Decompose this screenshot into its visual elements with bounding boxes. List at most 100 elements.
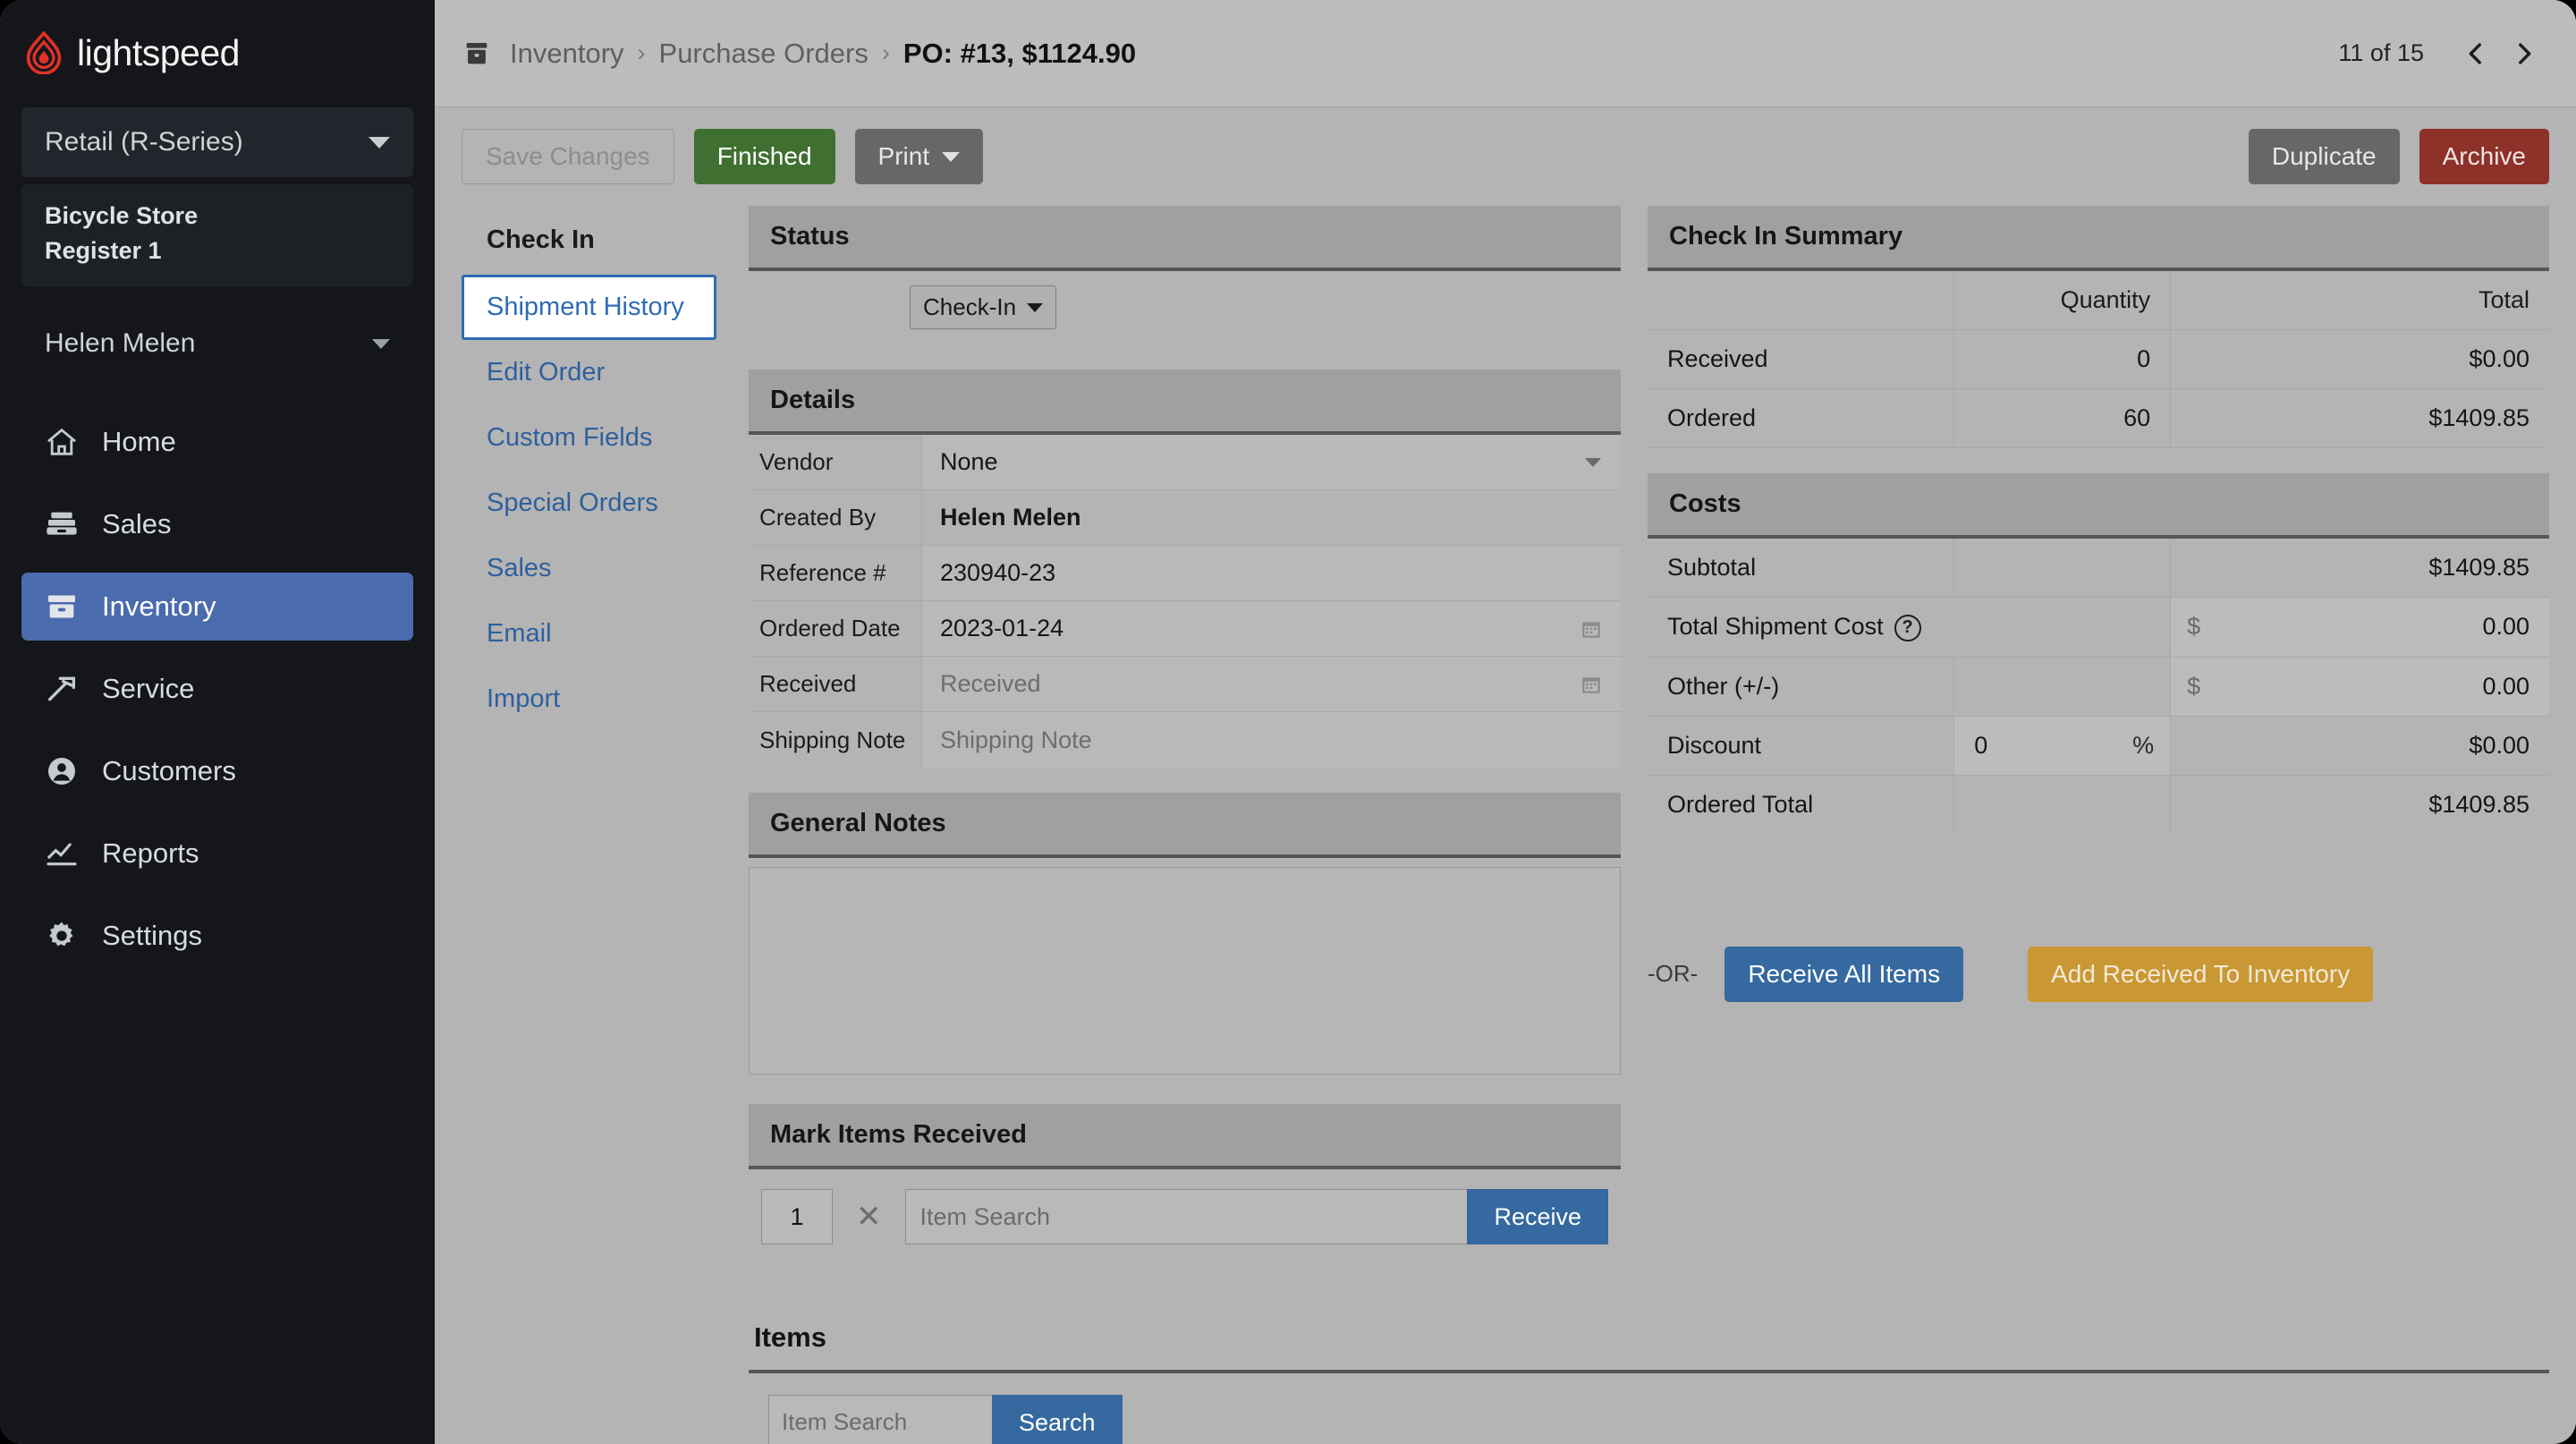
checkin-link-special-orders[interactable]: Special Orders [462, 471, 716, 536]
shipping-note-input[interactable]: Shipping Note [922, 712, 1621, 768]
calendar-icon[interactable] [1580, 616, 1603, 641]
details-label: Shipping Note [749, 712, 922, 768]
currency-symbol: $ [2187, 672, 2201, 700]
chevron-down-icon [369, 136, 390, 149]
checkin-summary-body: Quantity Total Received 0 $0.00 Ordered … [1648, 271, 2549, 448]
ordered-total-value: $1409.85 [2428, 790, 2529, 818]
discount-total: $0.00 [2170, 716, 2549, 776]
sidebar: lightspeed Retail (R-Series) Bicycle Sto… [0, 0, 435, 1444]
mark-items-row: ✕ Receive [749, 1169, 1621, 1268]
sidebar-item-service[interactable]: Service [21, 655, 413, 723]
vendor-value: None [940, 448, 998, 475]
items-section: Items Search 8 Results [749, 1307, 2549, 1444]
chevron-left-icon[interactable] [2456, 34, 2496, 73]
costs-spacer [1953, 657, 2172, 717]
store-info[interactable]: Bicycle Store Register 1 [21, 184, 413, 287]
sidebar-item-home[interactable]: Home [21, 408, 413, 476]
costs-panel: Costs Subtotal $1409.85 Total Shipment C… [1648, 473, 2549, 834]
topbar: Inventory › Purchase Orders › PO: #13, $… [435, 0, 2576, 107]
help-icon[interactable]: ? [1894, 614, 1921, 641]
receive-item-search-input[interactable] [904, 1189, 1468, 1244]
receive-button[interactable]: Receive [1467, 1189, 1608, 1244]
summary-row-quantity: 0 [1953, 329, 2172, 389]
sidebar-item-customers[interactable]: Customers [21, 737, 413, 805]
total-shipment-cost-input[interactable]: $ 0.00 [2170, 597, 2549, 658]
other-cost-input[interactable]: $ 0.00 [2170, 657, 2549, 717]
sidebar-item-inventory[interactable]: Inventory [21, 573, 413, 641]
ordered-date-input[interactable]: 2023-01-24 [922, 601, 1621, 656]
duplicate-button[interactable]: Duplicate [2248, 129, 2400, 184]
checkin-submenu: Check In Shipment History Edit Order Cus… [462, 206, 716, 1444]
chevron-down-icon [1585, 457, 1601, 467]
quantity-input[interactable] [761, 1189, 833, 1244]
general-notes-title: General Notes [749, 793, 1621, 858]
summary-col-blank [1648, 271, 1955, 330]
status-panel: Status Check-In [749, 206, 1621, 344]
checkin-heading: Check In [487, 225, 595, 254]
details-row-shipping-note: Shipping Note Shipping Note [749, 712, 1621, 768]
summary-row-quantity: 60 [1953, 388, 2172, 448]
summary-row-label: Received [1648, 329, 1955, 389]
reference-input[interactable]: 230940-23 [922, 546, 1621, 600]
items-search-row: Search [749, 1373, 2549, 1444]
details-row-vendor: Vendor None [749, 435, 1621, 490]
checkin-link-edit-order[interactable]: Edit Order [462, 340, 716, 405]
status-select[interactable]: Check-In [910, 285, 1057, 329]
hammer-icon [41, 668, 82, 709]
details-row-reference: Reference # 230940-23 [749, 546, 1621, 601]
sidebar-item-label: Settings [102, 920, 203, 952]
details-label: Vendor [749, 435, 922, 489]
costs-row-ordered-total: Ordered Total $1409.85 [1648, 775, 2549, 834]
status-panel-title: Status [749, 206, 1621, 271]
summary-col-quantity: Quantity [1953, 271, 2172, 330]
calendar-icon[interactable] [1580, 672, 1603, 697]
discount-input[interactable]: 0 % [1953, 716, 2172, 776]
mark-items-received-title: Mark Items Received [749, 1104, 1621, 1169]
archive-button[interactable]: Archive [2419, 129, 2549, 184]
receive-search-group: Receive [904, 1189, 1608, 1244]
product-selector[interactable]: Retail (R-Series) [21, 107, 413, 177]
received-date-input[interactable]: Received [922, 657, 1621, 711]
add-received-to-inventory-button[interactable]: Add Received To Inventory [2028, 946, 2374, 1002]
register-icon [41, 504, 82, 545]
pager-count: 11 of 15 [2338, 39, 2424, 66]
receive-all-items-button[interactable]: Receive All Items [1724, 946, 1964, 1002]
checkin-link-shipment-history[interactable]: Shipment History [462, 275, 716, 340]
chevron-down-icon [1027, 302, 1044, 312]
lightspeed-flame-icon [26, 31, 62, 74]
details-label: Created By [749, 490, 922, 545]
print-button-label: Print [877, 142, 930, 170]
sidebar-item-settings[interactable]: Settings [21, 902, 413, 970]
user-menu[interactable]: Helen Melen [21, 310, 413, 378]
breadcrumb-item-inventory[interactable]: Inventory [510, 38, 624, 70]
items-search-button[interactable]: Search [992, 1395, 1123, 1444]
sidebar-item-sales[interactable]: Sales [21, 490, 413, 558]
chevron-right-icon[interactable] [2504, 34, 2544, 73]
checkin-link-sales[interactable]: Sales [462, 536, 716, 601]
register-name: Register 1 [45, 237, 162, 265]
print-dropdown-button[interactable]: Print [854, 129, 984, 184]
vendor-select[interactable]: None [922, 435, 1621, 489]
multiply-icon: ✕ [856, 1200, 882, 1234]
breadcrumb-item-purchase-orders[interactable]: Purchase Orders [659, 38, 869, 70]
product-selector-label: Retail (R-Series) [45, 127, 243, 157]
checkin-link-email[interactable]: Email [462, 601, 716, 667]
mark-items-received-body: ✕ Receive [749, 1169, 1621, 1268]
chart-line-icon [41, 833, 82, 874]
general-notes-textarea[interactable] [749, 867, 1621, 1075]
checkin-link-import[interactable]: Import [462, 667, 716, 732]
primary-nav: Home Sales Inventory Service Customers R… [0, 408, 435, 970]
checkin-summary-title: Check In Summary [1648, 206, 2549, 271]
costs-label: Ordered Total [1648, 775, 1955, 834]
home-icon [41, 421, 82, 463]
summary-row-total: $0.00 [2170, 329, 2549, 389]
items-search-input[interactable] [768, 1395, 992, 1444]
created-by-value: Helen Melen [940, 504, 1081, 531]
finished-button[interactable]: Finished [693, 129, 835, 184]
record-pager: 11 of 15 [2338, 34, 2544, 73]
details-panel-body: Vendor None Created By Helen Melen Refer… [749, 435, 1621, 768]
sidebar-item-reports[interactable]: Reports [21, 820, 413, 888]
checkin-link-custom-fields[interactable]: Custom Fields [462, 405, 716, 471]
status-select-value: Check-In [923, 293, 1017, 320]
save-changes-button[interactable]: Save Changes [462, 129, 674, 184]
